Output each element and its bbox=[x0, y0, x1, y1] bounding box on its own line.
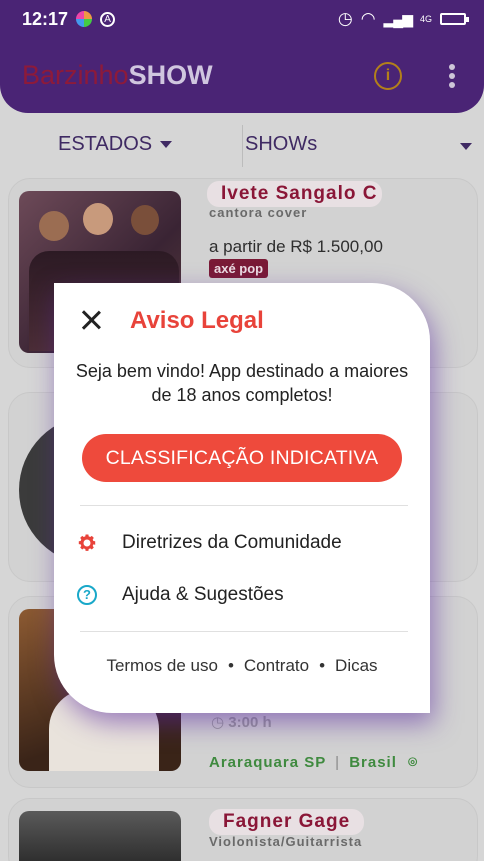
show-time-value: 3:00 h bbox=[228, 714, 272, 731]
bullet-separator: • bbox=[319, 656, 326, 675]
community-guidelines-label: Diretrizes da Comunidade bbox=[122, 532, 342, 553]
shows-dropdown-label: SHOWs bbox=[245, 133, 318, 155]
bullet-separator: • bbox=[227, 656, 234, 675]
accessibility-icon: A bbox=[100, 11, 116, 27]
filter-divider bbox=[242, 125, 243, 167]
rating-classification-button[interactable]: CLASSIFICAÇÃO INDICATIVA bbox=[82, 434, 402, 482]
city-label: Araraquara SP bbox=[209, 754, 326, 771]
shows-dropdown[interactable]: SHOWs bbox=[245, 133, 317, 156]
divider bbox=[80, 631, 408, 632]
help-suggestions-item[interactable]: ? Ajuda & Sugestões bbox=[76, 580, 284, 610]
tips-link[interactable]: Dicas bbox=[335, 656, 378, 675]
divider bbox=[80, 505, 408, 506]
battery-icon bbox=[440, 13, 469, 25]
artist-subtitle: Violonista/Guitarrista bbox=[209, 834, 363, 849]
show-time: ◷ 3:00 h bbox=[211, 713, 272, 731]
genre-badge: axé pop bbox=[209, 259, 269, 278]
signal-icon: ▂▄▆ bbox=[383, 10, 413, 27]
contract-link[interactable]: Contrato bbox=[244, 656, 309, 675]
app-logo: BarzinhoSHOW bbox=[22, 60, 213, 91]
states-dropdown[interactable]: ESTADOS bbox=[58, 133, 173, 156]
location-pin-icon[interactable]: ⌾ bbox=[408, 754, 418, 771]
chevron-down-icon[interactable] bbox=[460, 143, 472, 150]
wifi-icon: ◠ bbox=[360, 9, 376, 28]
info-icon[interactable]: i bbox=[374, 62, 402, 90]
country-label: Brasil bbox=[349, 754, 397, 771]
app-notification-icon bbox=[76, 11, 93, 27]
artist-name: Ivete Sangalo C bbox=[207, 181, 382, 207]
dialog-title: Aviso Legal bbox=[130, 307, 264, 334]
status-icons: ◷ ◠ ▂▄▆ 4G bbox=[337, 9, 469, 29]
artist-name: Fagner Gage bbox=[209, 809, 365, 835]
price-text: a partir de R$ 1.500,00 bbox=[209, 237, 383, 256]
status-bar: 12:17 A ◷ ◠ ▂▄▆ 4G bbox=[22, 8, 469, 30]
community-guidelines-item[interactable]: Diretrizes da Comunidade bbox=[76, 528, 342, 558]
location-text: Araraquara SP | Brasil ⌾ bbox=[209, 754, 419, 771]
more-vert-icon[interactable] bbox=[447, 64, 457, 90]
logo-text-show: SHOW bbox=[128, 60, 213, 90]
artist-photo bbox=[19, 811, 181, 861]
help-suggestions-label: Ajuda & Sugestões bbox=[122, 584, 284, 605]
alarm-icon: ◷ bbox=[337, 9, 353, 28]
help-icon: ? bbox=[76, 584, 98, 606]
dialog-message: Seja bem vindo! App destinado a maiores … bbox=[75, 361, 409, 405]
show-card[interactable]: Fagner Gage Violonista/Guitarrista bbox=[8, 798, 478, 861]
close-icon[interactable] bbox=[80, 309, 102, 331]
logo-text-barzinho: Barzinho bbox=[22, 60, 129, 90]
gear-icon bbox=[76, 532, 98, 554]
states-dropdown-label: ESTADOS bbox=[58, 133, 153, 155]
app-bar: 12:17 A ◷ ◠ ▂▄▆ 4G BarzinhoSHOW i bbox=[0, 0, 484, 113]
terms-of-use-link[interactable]: Termos de uso bbox=[106, 656, 218, 675]
legal-notice-dialog: Aviso Legal Seja bem vindo! App destinad… bbox=[54, 283, 430, 713]
chevron-down-icon bbox=[160, 141, 173, 149]
clock-icon: ◷ bbox=[211, 714, 225, 731]
status-time: 12:17 bbox=[22, 8, 69, 29]
artist-subtitle: cantora cover bbox=[209, 205, 308, 220]
filter-bar: ESTADOS SHOWs bbox=[0, 125, 484, 167]
footer-links: Termos de uso • Contrato • Dicas bbox=[54, 656, 430, 676]
network-type: 4G bbox=[419, 14, 432, 24]
